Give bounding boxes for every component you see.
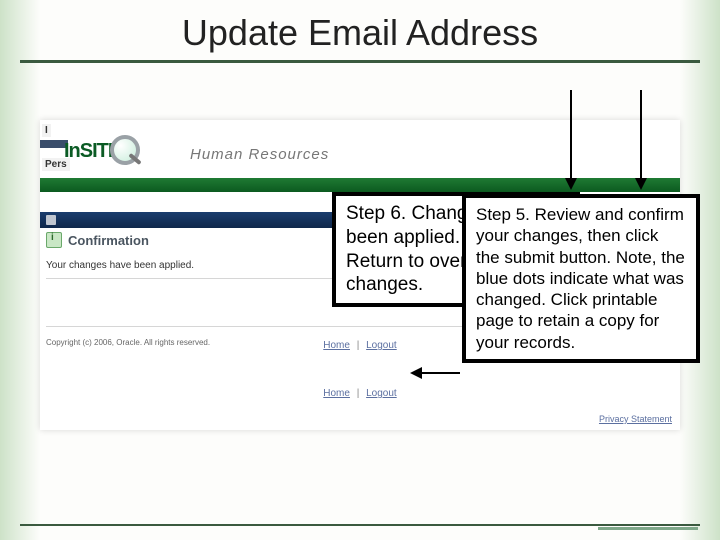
privacy-link[interactable]: Privacy Statement	[599, 414, 672, 424]
footer-links-lower: Home | Logout	[40, 388, 680, 399]
confirmation-message: Your changes have been applied.	[46, 260, 194, 271]
insite-logo: InSITE	[64, 128, 184, 174]
arrow-down-1	[570, 90, 572, 190]
arrow-down-2	[640, 90, 642, 190]
logout-link[interactable]: Logout	[366, 388, 397, 399]
separator: |	[357, 340, 360, 351]
logout-link[interactable]: Logout	[366, 340, 397, 351]
magnifier-icon	[106, 133, 142, 169]
green-band	[40, 178, 680, 192]
title-rule	[20, 60, 700, 63]
slide: Update Email Address I Pers InSITE Human…	[0, 0, 720, 540]
hr-subtitle: Human Resources	[190, 146, 329, 163]
bottom-rule	[20, 524, 700, 526]
confirmation-header: Confirmation	[46, 232, 149, 248]
info-icon	[46, 232, 62, 248]
arrow-left	[410, 372, 460, 374]
separator: |	[357, 388, 360, 399]
home-link[interactable]: Home	[323, 340, 350, 351]
home-link[interactable]: Home	[323, 388, 350, 399]
callout-step-5-text: Step 5. Review and confirm your changes,…	[476, 205, 685, 352]
slide-title: Update Email Address	[0, 12, 720, 54]
callout-step-5: Step 5. Review and confirm your changes,…	[462, 194, 700, 363]
copyright: Copyright (c) 2006, Oracle. All rights r…	[46, 338, 210, 347]
confirmation-title: Confirmation	[68, 233, 149, 248]
bottom-accent	[598, 527, 698, 530]
brand-row: I Pers InSITE Human Resources	[40, 120, 680, 180]
crop-label-top: I	[42, 124, 51, 137]
